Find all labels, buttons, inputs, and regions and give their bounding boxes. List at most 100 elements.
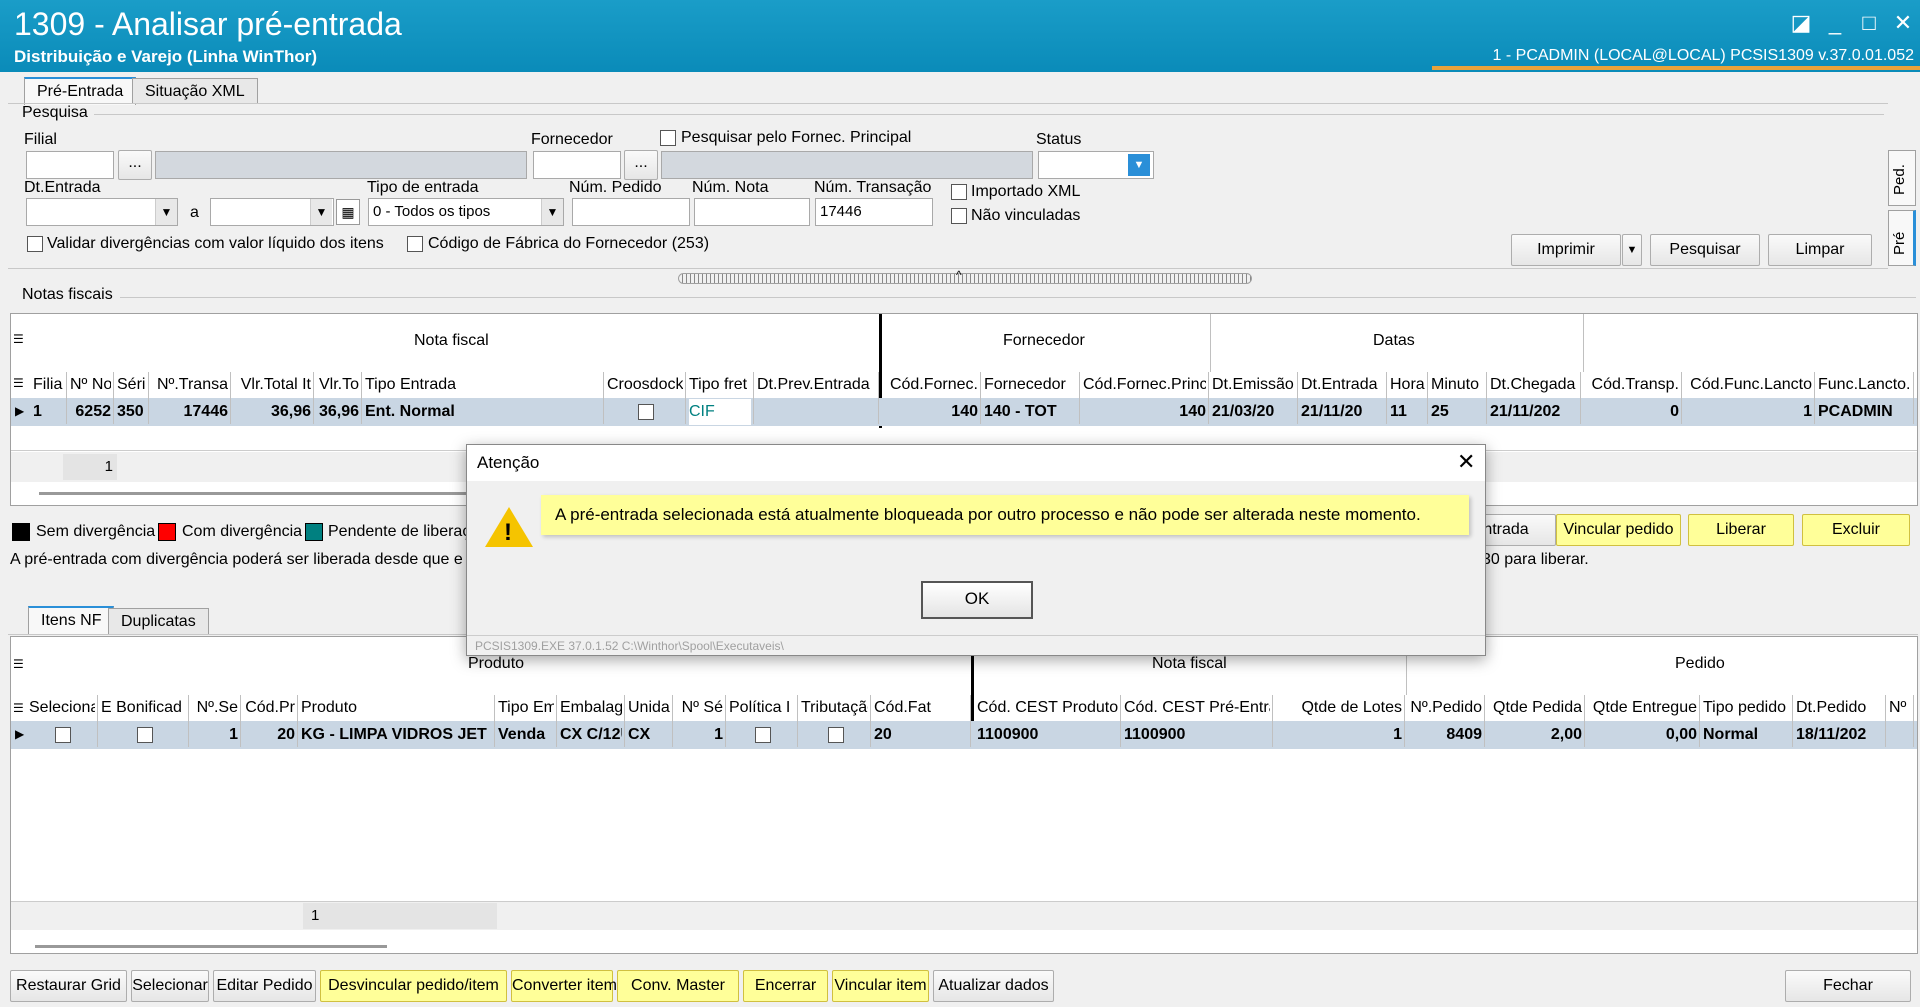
table-cell[interactable]: 140 [885, 399, 978, 425]
excluir-button[interactable]: Excluir [1802, 514, 1910, 546]
itens-grid[interactable]: ☰ ☰ Produto Nota fiscal Pedido Seleciona… [10, 636, 1918, 954]
tab-duplicatas[interactable]: Duplicatas [108, 608, 209, 634]
nao-vinculadas-checkbox[interactable] [951, 208, 967, 224]
table-cell[interactable]: Venda [498, 722, 554, 748]
fornecedor-input[interactable] [533, 151, 621, 179]
table-row[interactable]: ▶ 1 6252 350 17446 36,96 36,96 Ent. Normal CIF 1… [11, 398, 1917, 426]
chevron-down-icon[interactable]: ▼ [1128, 154, 1150, 176]
table-cell[interactable] [757, 399, 876, 425]
num-pedido-input[interactable] [572, 198, 690, 226]
fornecedor-browse-button[interactable]: ... [624, 150, 658, 180]
side-tab-pre[interactable]: Pré [1888, 210, 1916, 266]
chevron-down-icon[interactable]: ▼ [310, 199, 332, 225]
table-cell[interactable]: 1100900 [977, 722, 1118, 748]
table-cell[interactable]: 21/11/202 [1490, 399, 1578, 425]
table-cell[interactable]: CX [628, 722, 670, 748]
splitter-handle[interactable] [678, 273, 1252, 284]
table-cell[interactable]: 11 [1390, 399, 1425, 425]
table-cell[interactable]: Ent. Normal [365, 399, 601, 425]
table-cell[interactable]: 20 [244, 722, 295, 748]
validar-divergencias-checkbox[interactable] [27, 236, 43, 252]
table-cell[interactable]: 8409 [1408, 722, 1482, 748]
restore-edit-icon[interactable]: ◪ [1788, 10, 1814, 36]
table-cell[interactable]: 1 [1276, 722, 1402, 748]
filial-input[interactable] [26, 151, 114, 179]
limpar-button[interactable]: Limpar [1768, 234, 1872, 266]
grid-menu-icon[interactable]: ☰ [13, 657, 24, 671]
table-cell[interactable]: 1 [192, 722, 238, 748]
table-cell[interactable]: 6252 [70, 399, 111, 425]
calendar-icon[interactable]: ▦ [336, 199, 360, 225]
pesquisar-button[interactable]: Pesquisar [1650, 234, 1760, 266]
table-cell[interactable]: 36,96 [234, 399, 311, 425]
ok-button[interactable]: OK [921, 581, 1033, 619]
tab-situacao-xml[interactable]: Situação XML [132, 78, 258, 104]
table-cell[interactable]: 0,00 [1588, 722, 1697, 748]
table-cell[interactable]: 1 [676, 722, 723, 748]
table-cell[interactable]: 21/11/20 [1301, 399, 1384, 425]
minimize-icon[interactable]: _ [1822, 10, 1848, 36]
table-cell[interactable]: KG - LIMPA VIDROS JET [301, 722, 492, 748]
notas-scrollbar[interactable] [39, 492, 479, 495]
table-cell[interactable]: 0 [1584, 399, 1679, 425]
tab-itens-nf[interactable]: Itens NF [28, 606, 115, 634]
bottom-button-vincular-item[interactable]: Vincular item [832, 970, 929, 1002]
vincular-pedido-button[interactable]: Vincular pedido [1556, 514, 1681, 546]
row-checkbox[interactable] [755, 727, 771, 743]
bottom-button-selecionar[interactable]: Selecionar [131, 970, 209, 1002]
importado-xml-checkbox[interactable] [951, 184, 967, 200]
table-cell[interactable]: 140 [1083, 399, 1206, 425]
bottom-button-editar-pedido[interactable]: Editar Pedido [213, 970, 316, 1002]
table-cell[interactable] [607, 399, 683, 425]
table-cell[interactable]: 1 [1685, 399, 1812, 425]
chevron-down-icon[interactable]: ▼ [1622, 234, 1642, 266]
bottom-button-encerrar[interactable]: Encerrar [743, 970, 828, 1002]
table-cell[interactable]: 2,00 [1488, 722, 1582, 748]
side-tab-ped[interactable]: Ped. [1888, 150, 1916, 206]
fornec-principal-checkbox[interactable] [660, 130, 676, 146]
table-cell[interactable]: 36,96 [317, 399, 359, 425]
row-checkbox[interactable] [827, 727, 844, 743]
table-cell[interactable]: 140 - TOT [984, 399, 1077, 425]
codigo-fabrica-checkbox[interactable] [407, 236, 423, 252]
table-cell[interactable]: 20 [874, 722, 968, 748]
row-checkbox[interactable] [136, 727, 153, 743]
bottom-button-desvincular-pedido-item[interactable]: Desvincular pedido/item [320, 970, 507, 1002]
num-transacao-input[interactable]: 17446 [815, 198, 933, 226]
table-cell[interactable]: CX C/12U [560, 722, 622, 748]
table-cell[interactable]: 25 [1431, 399, 1484, 425]
itens-scrollbar[interactable] [35, 945, 387, 948]
table-cell[interactable]: PCADMIN [1818, 399, 1911, 425]
bottom-button-conv-master[interactable]: Conv. Master [617, 970, 739, 1002]
table-row[interactable]: ▶ 120KG - LIMPA VIDROS JETVendaCX C/12UC… [11, 721, 1917, 749]
bottom-button-converter-item[interactable]: Converter item [511, 970, 617, 1002]
table-cell[interactable] [1889, 722, 1911, 748]
row-checkbox[interactable] [638, 404, 654, 420]
close-window-icon[interactable]: ✕ [1890, 10, 1916, 36]
close-icon[interactable]: ✕ [1457, 449, 1475, 475]
table-cell[interactable]: 17446 [152, 399, 229, 425]
chevron-up-icon[interactable]: ^ [956, 268, 962, 282]
tipo-entrada-select[interactable]: 0 - Todos os tipos [368, 198, 564, 226]
grid-menu-icon[interactable]: ☰ [13, 332, 24, 346]
maximize-icon[interactable]: □ [1856, 10, 1882, 36]
fechar-button[interactable]: Fechar [1785, 970, 1911, 1002]
imprimir-button[interactable]: Imprimir [1511, 234, 1621, 266]
table-cell[interactable]: 350 [117, 399, 146, 425]
bottom-button-atualizar-dados[interactable]: Atualizar dados [933, 970, 1054, 1002]
num-nota-input[interactable] [694, 198, 810, 226]
chevron-down-icon[interactable]: ▼ [155, 199, 177, 225]
table-cell[interactable]: Normal [1703, 722, 1790, 748]
table-cell[interactable] [801, 722, 868, 748]
liberar-button[interactable]: Liberar [1688, 514, 1794, 546]
row-checkbox[interactable] [55, 727, 71, 743]
table-cell[interactable] [29, 722, 95, 748]
table-cell[interactable]: 1100900 [1124, 722, 1270, 748]
tab-pre-entrada[interactable]: Pré-Entrada [24, 77, 137, 105]
filial-browse-button[interactable]: ... [118, 150, 152, 180]
table-cell[interactable] [101, 722, 186, 748]
table-cell[interactable]: 1 [33, 399, 64, 425]
table-cell[interactable]: 21/03/20 [1212, 399, 1295, 425]
table-cell[interactable] [729, 722, 795, 748]
table-cell[interactable]: 18/11/202 [1796, 722, 1883, 748]
